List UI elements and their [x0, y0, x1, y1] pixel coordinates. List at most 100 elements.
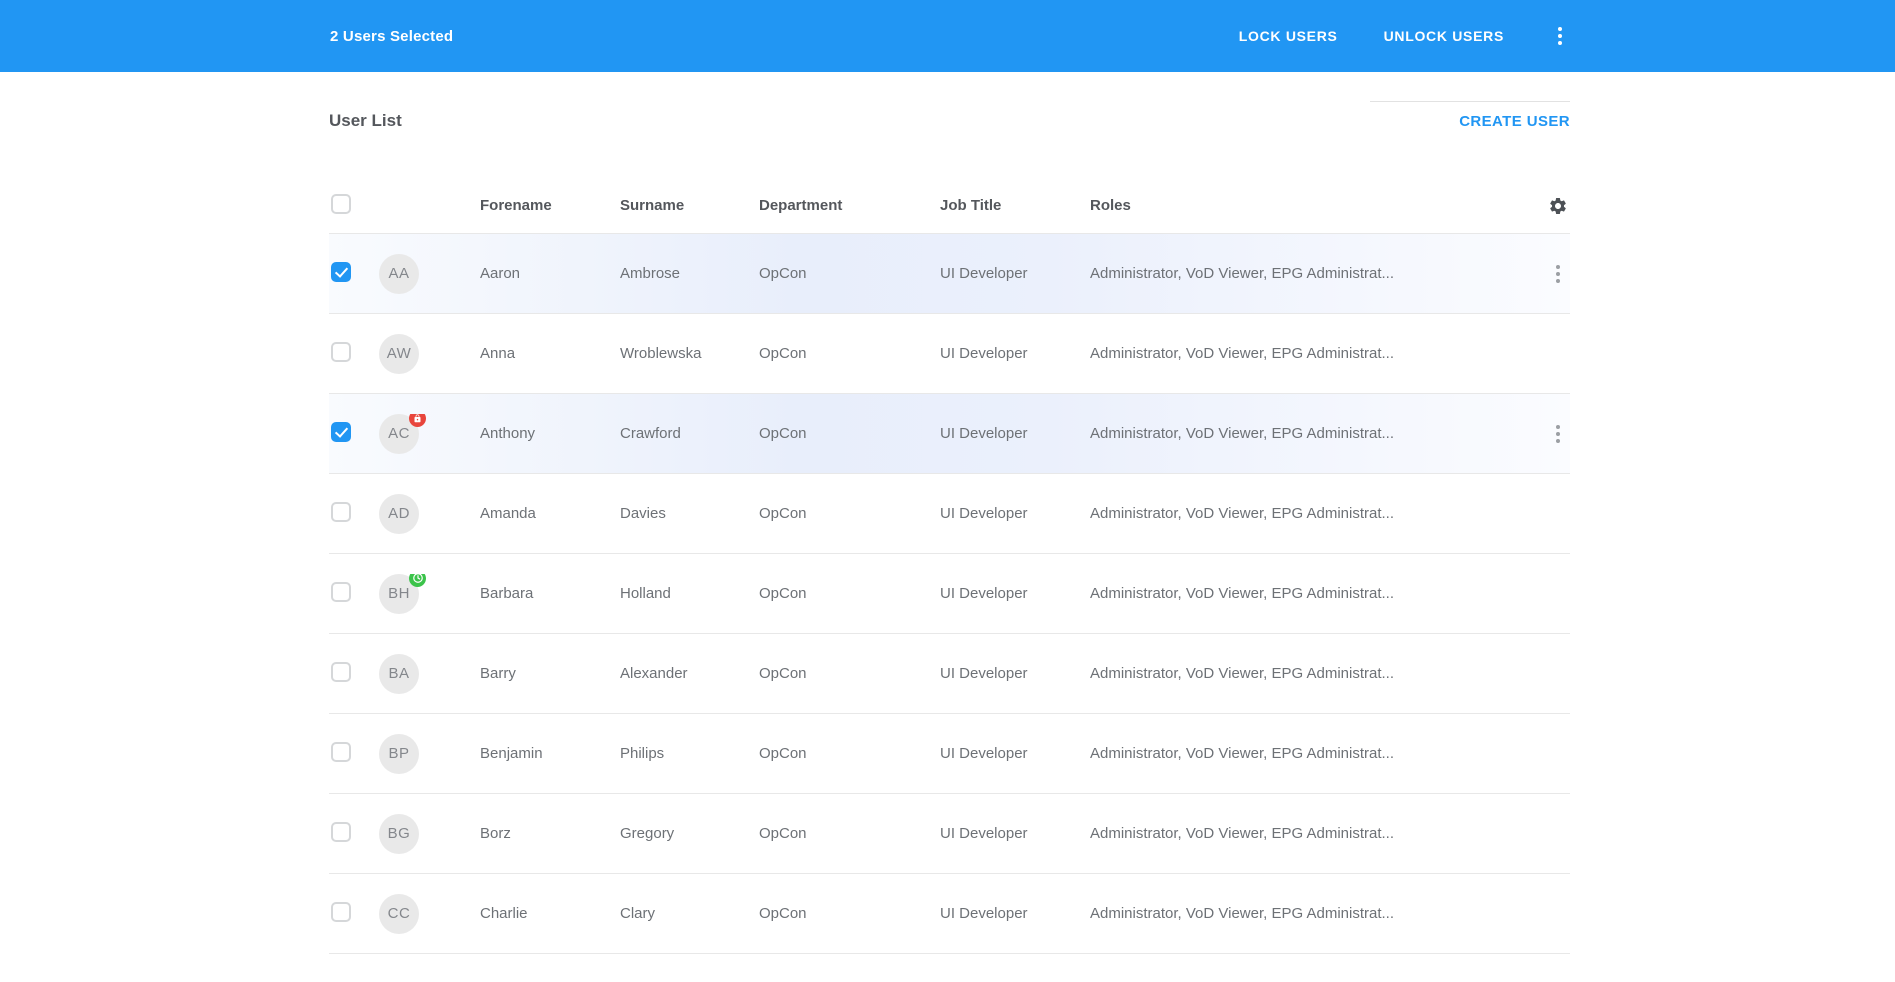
create-user-button[interactable]: CREATE USER: [1459, 112, 1570, 132]
surname-cell: Clary: [620, 905, 759, 922]
list-header-actions: CREATE USER: [1370, 76, 1570, 132]
user-table-body: AA Aaron Ambrose OpCon UI Developer Admi…: [329, 234, 1570, 954]
job-title-cell: UI Developer: [940, 905, 1090, 922]
kebab-menu-icon: [1556, 425, 1560, 429]
forename-cell: Anna: [480, 345, 620, 362]
select-all-checkbox[interactable]: [331, 194, 351, 214]
row-checkbox[interactable]: [331, 502, 351, 522]
job-title-cell: UI Developer: [940, 665, 1090, 682]
user-row[interactable]: BP Benjamin Philips OpCon UI Developer A…: [329, 714, 1570, 794]
surname-cell: Alexander: [620, 665, 759, 682]
row-checkbox[interactable]: [331, 582, 351, 602]
surname-cell: Davies: [620, 505, 759, 522]
user-list-page: User List CREATE USER Forename Surname D…: [329, 72, 1570, 954]
surname-cell: Wroblewska: [620, 345, 759, 362]
gear-icon: [1548, 196, 1568, 216]
user-avatar: BP: [379, 734, 419, 774]
row-overflow-menu-button[interactable]: [1548, 261, 1568, 287]
clock-badge-icon: [412, 574, 424, 585]
roles-cell: Administrator, VoD Viewer, EPG Administr…: [1090, 745, 1546, 762]
user-row[interactable]: BG Borz Gregory OpCon UI Developer Admin…: [329, 794, 1570, 874]
roles-cell: Administrator, VoD Viewer, EPG Administr…: [1090, 265, 1546, 282]
job-title-cell: UI Developer: [940, 585, 1090, 602]
row-checkbox[interactable]: [331, 662, 351, 682]
user-avatar: AD: [379, 494, 419, 534]
avatar-initials: BG: [388, 825, 411, 842]
header-actions-cell: [1546, 196, 1570, 216]
roles-cell: Administrator, VoD Viewer, EPG Administr…: [1090, 505, 1546, 522]
job-title-cell: UI Developer: [940, 505, 1090, 522]
avatar-initials: AA: [388, 265, 409, 282]
unlock-users-button[interactable]: UNLOCK USERS: [1382, 20, 1506, 52]
user-table: Forename Surname Department Job Title Ro…: [329, 178, 1570, 954]
user-avatar: AW: [379, 334, 419, 374]
roles-cell: Administrator, VoD Viewer, EPG Administr…: [1090, 825, 1546, 842]
user-row[interactable]: AA Aaron Ambrose OpCon UI Developer Admi…: [329, 234, 1570, 314]
roles-cell: Administrator, VoD Viewer, EPG Administr…: [1090, 425, 1546, 442]
surname-cell: Philips: [620, 745, 759, 762]
kebab-menu-icon: [1558, 27, 1562, 31]
table-header-row: Forename Surname Department Job Title Ro…: [329, 178, 1570, 234]
roles-cell: Administrator, VoD Viewer, EPG Administr…: [1090, 345, 1546, 362]
avatar-initials: CC: [388, 905, 411, 922]
user-row[interactable]: CC Charlie Clary OpCon UI Developer Admi…: [329, 874, 1570, 954]
column-settings-button[interactable]: [1548, 196, 1568, 216]
forename-cell: Charlie: [480, 905, 620, 922]
roles-cell: Administrator, VoD Viewer, EPG Administr…: [1090, 585, 1546, 602]
user-avatar: BH: [379, 574, 419, 614]
forename-cell: Benjamin: [480, 745, 620, 762]
page-title: User List: [329, 110, 402, 132]
row-checkbox[interactable]: [331, 742, 351, 762]
appbar-overflow-menu-button[interactable]: [1550, 23, 1570, 49]
column-header-forename: Forename: [480, 197, 620, 214]
forename-cell: Barry: [480, 665, 620, 682]
roles-cell: Administrator, VoD Viewer, EPG Administr…: [1090, 905, 1546, 922]
row-checkbox[interactable]: [331, 902, 351, 922]
user-avatar: BA: [379, 654, 419, 694]
job-title-cell: UI Developer: [940, 745, 1090, 762]
surname-cell: Crawford: [620, 425, 759, 442]
user-filter-input[interactable]: [1370, 76, 1570, 102]
roles-cell: Administrator, VoD Viewer, EPG Administr…: [1090, 665, 1546, 682]
row-checkbox[interactable]: [331, 422, 351, 442]
row-checkbox[interactable]: [331, 822, 351, 842]
job-title-cell: UI Developer: [940, 825, 1090, 842]
kebab-menu-icon: [1556, 265, 1560, 269]
lock-users-button[interactable]: LOCK USERS: [1237, 20, 1340, 52]
user-row[interactable]: AC Anthony Crawford OpCon UI Developer A…: [329, 394, 1570, 474]
job-title-cell: UI Developer: [940, 265, 1090, 282]
header-checkbox-cell: [329, 194, 379, 218]
column-header-roles: Roles: [1090, 197, 1546, 214]
row-checkbox[interactable]: [331, 262, 351, 282]
user-avatar: AA: [379, 254, 419, 294]
avatar-initials: AC: [388, 425, 410, 442]
surname-cell: Ambrose: [620, 265, 759, 282]
row-overflow-menu-button[interactable]: [1548, 421, 1568, 447]
user-row[interactable]: AD Amanda Davies OpCon UI Developer Admi…: [329, 474, 1570, 554]
department-cell: OpCon: [759, 345, 940, 362]
avatar-initials: BH: [388, 585, 410, 602]
department-cell: OpCon: [759, 905, 940, 922]
department-cell: OpCon: [759, 425, 940, 442]
avatar-initials: AW: [387, 345, 412, 362]
avatar-initials: BA: [388, 665, 409, 682]
lock-badge-icon: [413, 414, 422, 423]
forename-cell: Barbara: [480, 585, 620, 602]
forename-cell: Aaron: [480, 265, 620, 282]
row-checkbox[interactable]: [331, 342, 351, 362]
user-avatar: CC: [379, 894, 419, 934]
column-header-surname: Surname: [620, 197, 759, 214]
department-cell: OpCon: [759, 665, 940, 682]
list-header: User List CREATE USER: [329, 72, 1570, 132]
user-row[interactable]: AW Anna Wroblewska OpCon UI Developer Ad…: [329, 314, 1570, 394]
user-row[interactable]: BH Barbara Holland OpCon UI Developer Ad…: [329, 554, 1570, 634]
locked-status-badge: [409, 414, 426, 427]
job-title-cell: UI Developer: [940, 345, 1090, 362]
user-avatar: AC: [379, 414, 419, 454]
forename-cell: Amanda: [480, 505, 620, 522]
column-header-department: Department: [759, 197, 940, 214]
pending-status-badge: [409, 574, 426, 587]
department-cell: OpCon: [759, 265, 940, 282]
avatar-initials: AD: [388, 505, 410, 522]
user-row[interactable]: BA Barry Alexander OpCon UI Developer Ad…: [329, 634, 1570, 714]
